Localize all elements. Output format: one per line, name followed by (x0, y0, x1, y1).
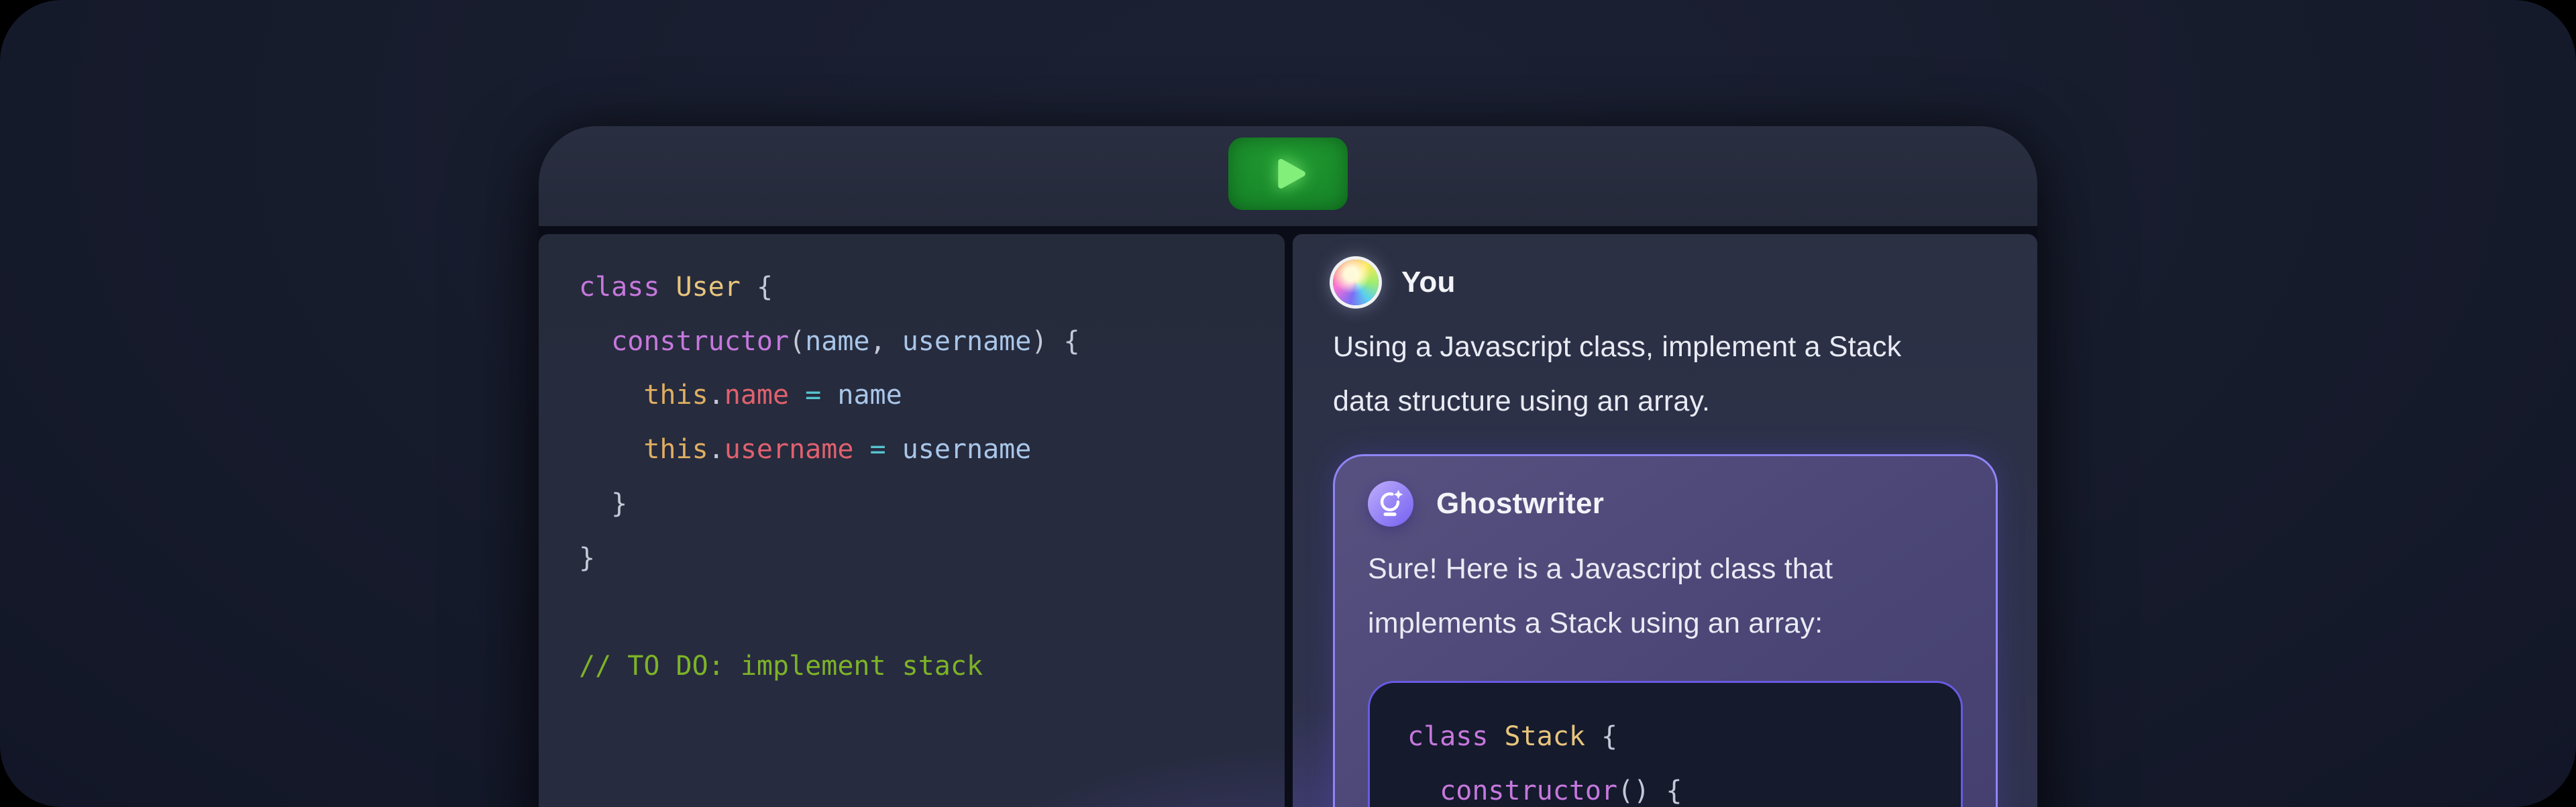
editor-panel[interactable]: class User { constructor(name, username)… (539, 234, 1285, 807)
assistant-code: class Stack { constructor() { (1407, 710, 1934, 807)
ghostwriter-icon (1375, 488, 1406, 519)
user-message: Using a Javascript class, implement a St… (1333, 320, 1998, 429)
ghostwriter-avatar (1368, 481, 1413, 527)
user-avatar-rainbow-orb-icon (1333, 260, 1379, 305)
user-name: You (1401, 266, 1456, 299)
ghostwriter-card: Ghostwriter Sure! Here is a Javascript c… (1333, 454, 1998, 807)
window-content: class User { constructor(name, username)… (539, 234, 2037, 807)
window-titlebar (539, 126, 2037, 226)
user-message-header: You (1333, 260, 1998, 305)
assistant-name: Ghostwriter (1436, 487, 1604, 521)
run-button[interactable] (1228, 138, 1348, 210)
marketing-canvas: class User { constructor(name, username)… (0, 0, 2576, 807)
chat-panel: You Using a Javascript class, implement … (1293, 234, 2037, 807)
assistant-message-header: Ghostwriter (1368, 481, 1963, 527)
editor-code: class User { constructor(name, username)… (579, 260, 1285, 694)
assistant-code-block: class Stack { constructor() { (1368, 681, 1963, 807)
play-icon (1275, 156, 1308, 192)
replit-window: class User { constructor(name, username)… (539, 126, 2037, 807)
assistant-message: Sure! Here is a Javascript class that im… (1368, 542, 1963, 651)
